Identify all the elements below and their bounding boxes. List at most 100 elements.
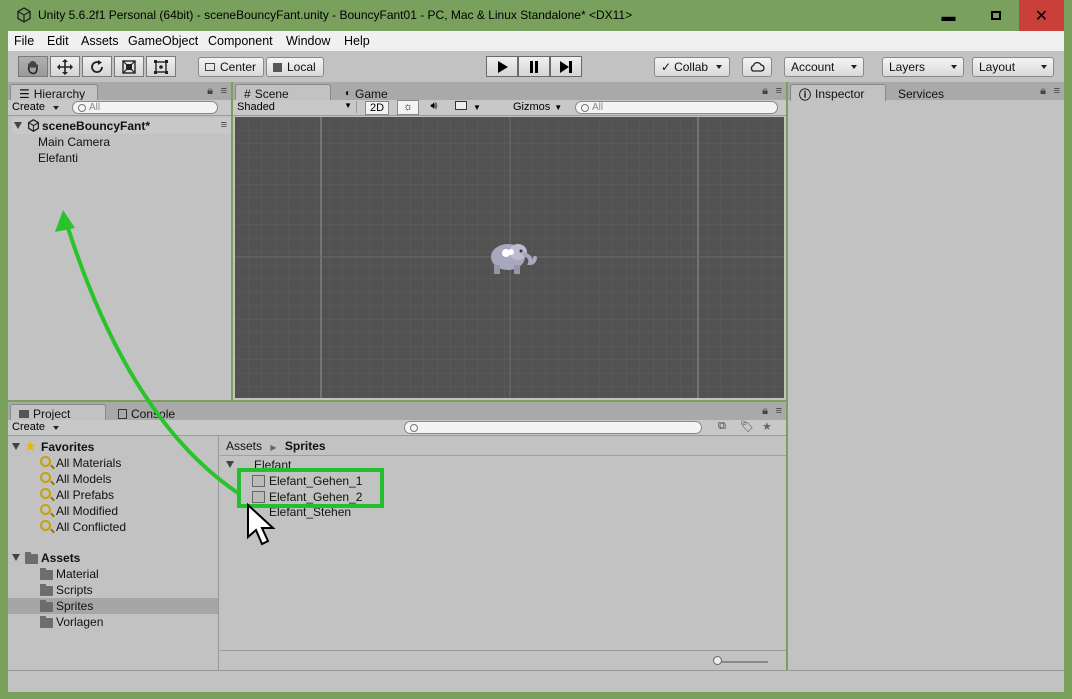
hierarchy-item-main-camera[interactable]: Main Camera [38, 135, 110, 149]
folder-scripts[interactable]: Scripts [38, 582, 218, 598]
expand-triangle-icon[interactable] [12, 443, 20, 450]
collab-dropdown[interactable]: ✓ Collab [654, 57, 730, 77]
gizmos-dropdown[interactable]: Gizmos ▼ [513, 101, 562, 113]
scene-search-input[interactable]: All [575, 101, 778, 114]
minimize-button[interactable]: ▬ [925, 0, 972, 31]
tab-scene[interactable]: # Scene [235, 84, 331, 101]
icon-size-slider[interactable] [718, 661, 768, 663]
project-search-input[interactable] [404, 421, 702, 434]
play-icon [498, 60, 508, 73]
breadcrumb-arrow-icon: ▶ [270, 443, 277, 452]
expand-triangle-icon[interactable] [14, 122, 22, 129]
lock-icon[interactable]: 🔒︎ [207, 85, 213, 98]
favorite-label: All Conflicted [56, 520, 127, 534]
scene-menu-icon[interactable]: ≡ [221, 119, 227, 131]
scene-root-row[interactable]: sceneBouncyFant* ≡ [12, 118, 231, 134]
menu-edit[interactable]: Edit [47, 34, 69, 48]
lighting-toggle-button[interactable]: ☼ [397, 100, 419, 115]
menu-file[interactable]: File [14, 34, 34, 48]
account-dropdown[interactable]: Account [784, 57, 864, 77]
layers-dropdown[interactable]: Layers [882, 57, 964, 77]
play-button[interactable] [486, 56, 518, 77]
cloud-button[interactable] [742, 57, 772, 77]
hand-tool-button[interactable] [18, 56, 48, 77]
title-bar: Unity 5.6.2f1 Personal (64bit) - sceneBo… [0, 0, 1072, 31]
tab-inspector[interactable]: ⓘ Inspector [790, 84, 886, 102]
folder-label: Vorlagen [56, 615, 104, 629]
breadcrumb-sprites[interactable]: Sprites [285, 439, 326, 453]
menu-bar: File Edit Assets GameObject Component Wi… [8, 31, 1064, 51]
scene-viewport[interactable] [235, 117, 784, 398]
assets-label: Assets [41, 551, 81, 565]
audio-toggle-button[interactable]: 🔊︎ [423, 100, 445, 115]
status-bar [8, 670, 1064, 692]
expand-triangle-icon[interactable] [226, 461, 234, 468]
scale-tool-button[interactable] [114, 56, 144, 77]
panel-menu-icon[interactable]: ≡ [776, 85, 782, 97]
divider [220, 455, 786, 456]
favorite-label: All Models [56, 472, 112, 486]
close-button[interactable]: ✕ [1019, 0, 1064, 31]
folder-sprites[interactable]: Sprites [8, 598, 218, 614]
favorites-row[interactable]: ★ Favorites [8, 438, 219, 455]
pivot-center-label: Center [220, 60, 257, 74]
filter-type-icon[interactable]: ⧉ [718, 420, 726, 433]
shading-mode-dropdown[interactable]: Shaded ▼ [237, 101, 357, 113]
tab-hierarchy[interactable]: ☰ Hierarchy [10, 84, 98, 101]
lock-icon[interactable]: 🔒︎ [762, 405, 768, 418]
label-tag-icon[interactable]: 🏷︎ [740, 420, 754, 433]
menu-assets[interactable]: Assets [81, 34, 119, 48]
pause-button[interactable] [518, 56, 550, 77]
tab-game-label: Game [355, 86, 388, 101]
local-global-button[interactable]: Local [266, 57, 324, 77]
gizmos-label: Gizmos [513, 101, 551, 113]
dropdown-arrow-icon: ▼ [473, 103, 481, 112]
panel-menu-icon[interactable]: ≡ [1054, 85, 1060, 97]
tab-inspector-label: Inspector [815, 87, 865, 101]
move-tool-button[interactable] [50, 56, 80, 77]
tab-services[interactable]: Services [890, 84, 952, 101]
tab-game[interactable]: ◐ Game [337, 84, 396, 101]
slider-thumb[interactable] [713, 656, 722, 665]
folder-vorlagen[interactable]: Vorlagen [38, 614, 218, 630]
menu-window[interactable]: Window [286, 34, 330, 48]
maximize-button[interactable] [972, 0, 1019, 31]
menu-help[interactable]: Help [344, 34, 370, 48]
menu-gameobject[interactable]: GameObject [128, 34, 198, 48]
project-footer [220, 650, 786, 670]
inspector-tabbar: ⓘ Inspector Services 🔒︎ ≡ [788, 82, 1064, 102]
scene-panel: # Scene ◐ Game 🔒︎ ≡ Shaded ▼ 2D ☼ 🔊︎ ▼ Gizm… [233, 82, 786, 400]
layout-dropdown[interactable]: Layout [972, 57, 1054, 77]
tab-project[interactable]: Project [10, 404, 106, 421]
2d-toggle-button[interactable]: 2D [365, 101, 389, 115]
elephant-sprite[interactable] [488, 239, 538, 275]
hierarchy-item-elefanti[interactable]: Elefanti [38, 151, 78, 165]
project-tabbar: Project Console 🔒︎ ≡ [8, 402, 786, 421]
pivot-icon [205, 63, 215, 71]
rotate-tool-button[interactable] [82, 56, 112, 77]
step-button[interactable] [550, 56, 582, 77]
project-create-button[interactable]: Create [12, 421, 59, 433]
menu-component[interactable]: Component [208, 34, 273, 48]
speaker-icon: 🔊︎ [430, 100, 438, 112]
pivot-center-button[interactable]: Center [198, 57, 264, 77]
rect-tool-button[interactable] [146, 56, 176, 77]
hierarchy-create-button[interactable]: Create [12, 101, 59, 113]
scene-name: sceneBouncyFant* [42, 119, 151, 133]
assets-row[interactable]: Assets [8, 550, 219, 566]
folder-icon [40, 600, 53, 612]
star-icon[interactable]: ★ [762, 420, 772, 433]
rect-transform-icon [154, 59, 168, 74]
lock-icon[interactable]: 🔒︎ [1040, 85, 1046, 98]
effects-dropdown[interactable]: ▼ [451, 101, 485, 115]
panel-menu-icon[interactable]: ≡ [776, 405, 782, 417]
window-title: Unity 5.6.2f1 Personal (64bit) - sceneBo… [38, 8, 633, 22]
panel-menu-icon[interactable]: ≡ [221, 85, 227, 97]
lock-icon[interactable]: 🔒︎ [762, 85, 768, 98]
hierarchy-search-input[interactable]: All [72, 101, 218, 114]
expand-triangle-icon[interactable] [12, 554, 20, 561]
tab-console[interactable]: Console [110, 404, 183, 421]
folder-material[interactable]: Material [38, 566, 218, 582]
toolbar: Center Local ✓ Collab Account Layers Layo… [8, 51, 1064, 82]
breadcrumb-assets[interactable]: Assets [226, 439, 262, 453]
